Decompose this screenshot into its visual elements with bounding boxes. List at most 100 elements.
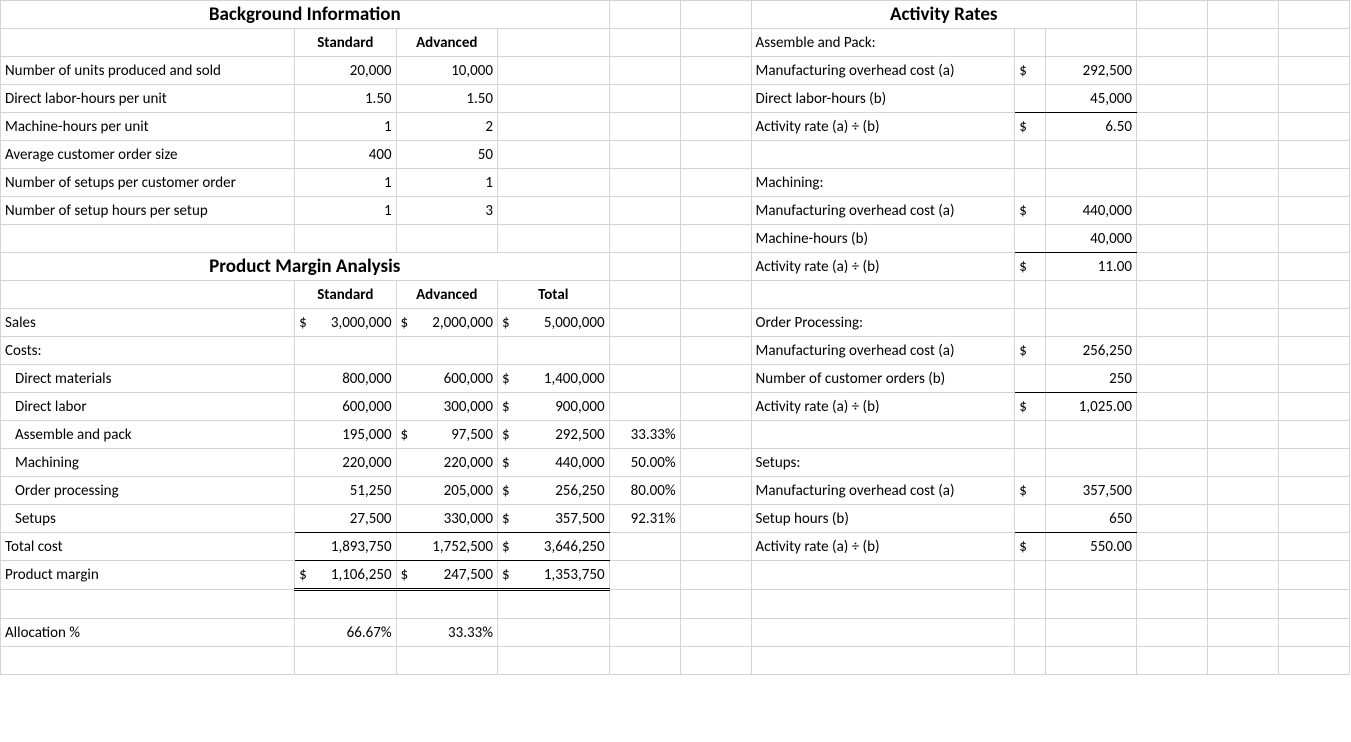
pma-dm-tot[interactable]: $1,400,000 bbox=[497, 365, 609, 393]
pma-sales-tot[interactable]: $5,000,000 bbox=[497, 309, 609, 337]
cell[interactable] bbox=[1015, 421, 1045, 449]
pma-su-std[interactable]: 27,500 bbox=[295, 505, 396, 533]
cell[interactable] bbox=[1207, 533, 1278, 561]
bg-r5-std[interactable]: 1 bbox=[295, 169, 396, 197]
bg-r6-std[interactable]: 1 bbox=[295, 197, 396, 225]
ar-su-r-val[interactable]: 550.00 bbox=[1045, 533, 1136, 561]
cell[interactable] bbox=[680, 141, 751, 169]
cell[interactable] bbox=[1015, 29, 1045, 57]
bg-r4-std[interactable]: 400 bbox=[295, 141, 396, 169]
pma-dm-std[interactable]: 800,000 bbox=[295, 365, 396, 393]
bg-r4-adv[interactable]: 50 bbox=[396, 141, 497, 169]
cell[interactable] bbox=[680, 365, 751, 393]
cell[interactable] bbox=[1278, 253, 1349, 281]
cell[interactable] bbox=[1207, 393, 1278, 421]
cell[interactable] bbox=[396, 337, 497, 365]
cell[interactable] bbox=[609, 169, 680, 197]
ar-mach-a-val[interactable]: 440,000 bbox=[1045, 197, 1136, 225]
cell[interactable] bbox=[1207, 57, 1278, 85]
pma-sales-std[interactable]: $3,000,000 bbox=[295, 309, 396, 337]
cell[interactable] bbox=[1278, 337, 1349, 365]
cell[interactable] bbox=[1045, 421, 1136, 449]
ar-ap-r-val[interactable]: 6.50 bbox=[1045, 113, 1136, 141]
pma-pm-adv[interactable]: $247,500 bbox=[396, 561, 497, 590]
pma-mach-adv[interactable]: 220,000 bbox=[396, 449, 497, 477]
cell[interactable] bbox=[1207, 1, 1278, 29]
pma-ap-pct[interactable]: 33.33% bbox=[609, 421, 680, 449]
cell[interactable] bbox=[1015, 309, 1045, 337]
pma-op-tot[interactable]: $256,250 bbox=[497, 477, 609, 505]
cell[interactable] bbox=[680, 561, 751, 590]
cell[interactable] bbox=[1015, 647, 1045, 675]
cell[interactable] bbox=[680, 337, 751, 365]
cell[interactable] bbox=[680, 533, 751, 561]
pma-ap-std[interactable]: 195,000 bbox=[295, 421, 396, 449]
cell[interactable] bbox=[1136, 590, 1207, 619]
cell[interactable] bbox=[751, 619, 1015, 647]
cell[interactable] bbox=[1207, 281, 1278, 309]
cell[interactable] bbox=[1045, 619, 1136, 647]
cell[interactable] bbox=[1136, 197, 1207, 225]
cell[interactable] bbox=[497, 29, 609, 57]
cell[interactable] bbox=[1136, 505, 1207, 533]
pma-tc-tot[interactable]: $3,646,250 bbox=[497, 533, 609, 561]
cell[interactable] bbox=[1278, 590, 1349, 619]
cell[interactable] bbox=[497, 141, 609, 169]
pma-pm-std[interactable]: $1,106,250 bbox=[295, 561, 396, 590]
bg-r5-adv[interactable]: 1 bbox=[396, 169, 497, 197]
cell[interactable] bbox=[609, 197, 680, 225]
cell[interactable] bbox=[1136, 647, 1207, 675]
cell[interactable] bbox=[1207, 309, 1278, 337]
cell[interactable] bbox=[1136, 225, 1207, 253]
cell[interactable] bbox=[1207, 647, 1278, 675]
cell[interactable] bbox=[1136, 365, 1207, 393]
cell[interactable] bbox=[1015, 169, 1045, 197]
cell[interactable] bbox=[1278, 141, 1349, 169]
pma-mach-pct[interactable]: 50.00% bbox=[609, 449, 680, 477]
cell[interactable] bbox=[1278, 1, 1349, 29]
cell[interactable] bbox=[1207, 365, 1278, 393]
cell[interactable] bbox=[1278, 57, 1349, 85]
cell[interactable] bbox=[680, 57, 751, 85]
cell[interactable] bbox=[1207, 141, 1278, 169]
cell[interactable] bbox=[497, 169, 609, 197]
cell[interactable] bbox=[609, 225, 680, 253]
cell[interactable] bbox=[1015, 449, 1045, 477]
cell[interactable] bbox=[609, 619, 680, 647]
cell[interactable] bbox=[1278, 309, 1349, 337]
cell[interactable] bbox=[497, 57, 609, 85]
cell[interactable] bbox=[751, 590, 1015, 619]
cell[interactable] bbox=[497, 113, 609, 141]
cell[interactable] bbox=[1045, 281, 1136, 309]
cell[interactable] bbox=[1278, 169, 1349, 197]
cell[interactable] bbox=[1, 281, 295, 309]
cell[interactable] bbox=[1136, 85, 1207, 113]
cell[interactable] bbox=[1136, 253, 1207, 281]
cell[interactable] bbox=[1207, 590, 1278, 619]
ar-su-a-val[interactable]: 357,500 bbox=[1045, 477, 1136, 505]
cell[interactable] bbox=[609, 1, 680, 29]
cell[interactable] bbox=[396, 590, 497, 619]
cell[interactable] bbox=[609, 281, 680, 309]
cell[interactable] bbox=[1207, 337, 1278, 365]
pma-mach-tot[interactable]: $440,000 bbox=[497, 449, 609, 477]
cell[interactable] bbox=[497, 619, 609, 647]
cell[interactable] bbox=[609, 337, 680, 365]
cell[interactable] bbox=[1045, 590, 1136, 619]
cell[interactable] bbox=[609, 365, 680, 393]
cell[interactable] bbox=[1278, 561, 1349, 590]
cell[interactable] bbox=[609, 590, 680, 619]
cell[interactable] bbox=[680, 29, 751, 57]
pma-dl-tot[interactable]: $900,000 bbox=[497, 393, 609, 421]
cell[interactable] bbox=[1136, 57, 1207, 85]
cell[interactable] bbox=[1278, 449, 1349, 477]
cell[interactable] bbox=[396, 647, 497, 675]
cell[interactable] bbox=[609, 253, 680, 281]
cell[interactable] bbox=[497, 85, 609, 113]
cell[interactable] bbox=[1045, 141, 1136, 169]
ar-ap-b-val[interactable]: 45,000 bbox=[1045, 85, 1136, 113]
cell[interactable] bbox=[1278, 533, 1349, 561]
cell[interactable] bbox=[1278, 477, 1349, 505]
cell[interactable] bbox=[1278, 29, 1349, 57]
pma-su-pct[interactable]: 92.31% bbox=[609, 505, 680, 533]
